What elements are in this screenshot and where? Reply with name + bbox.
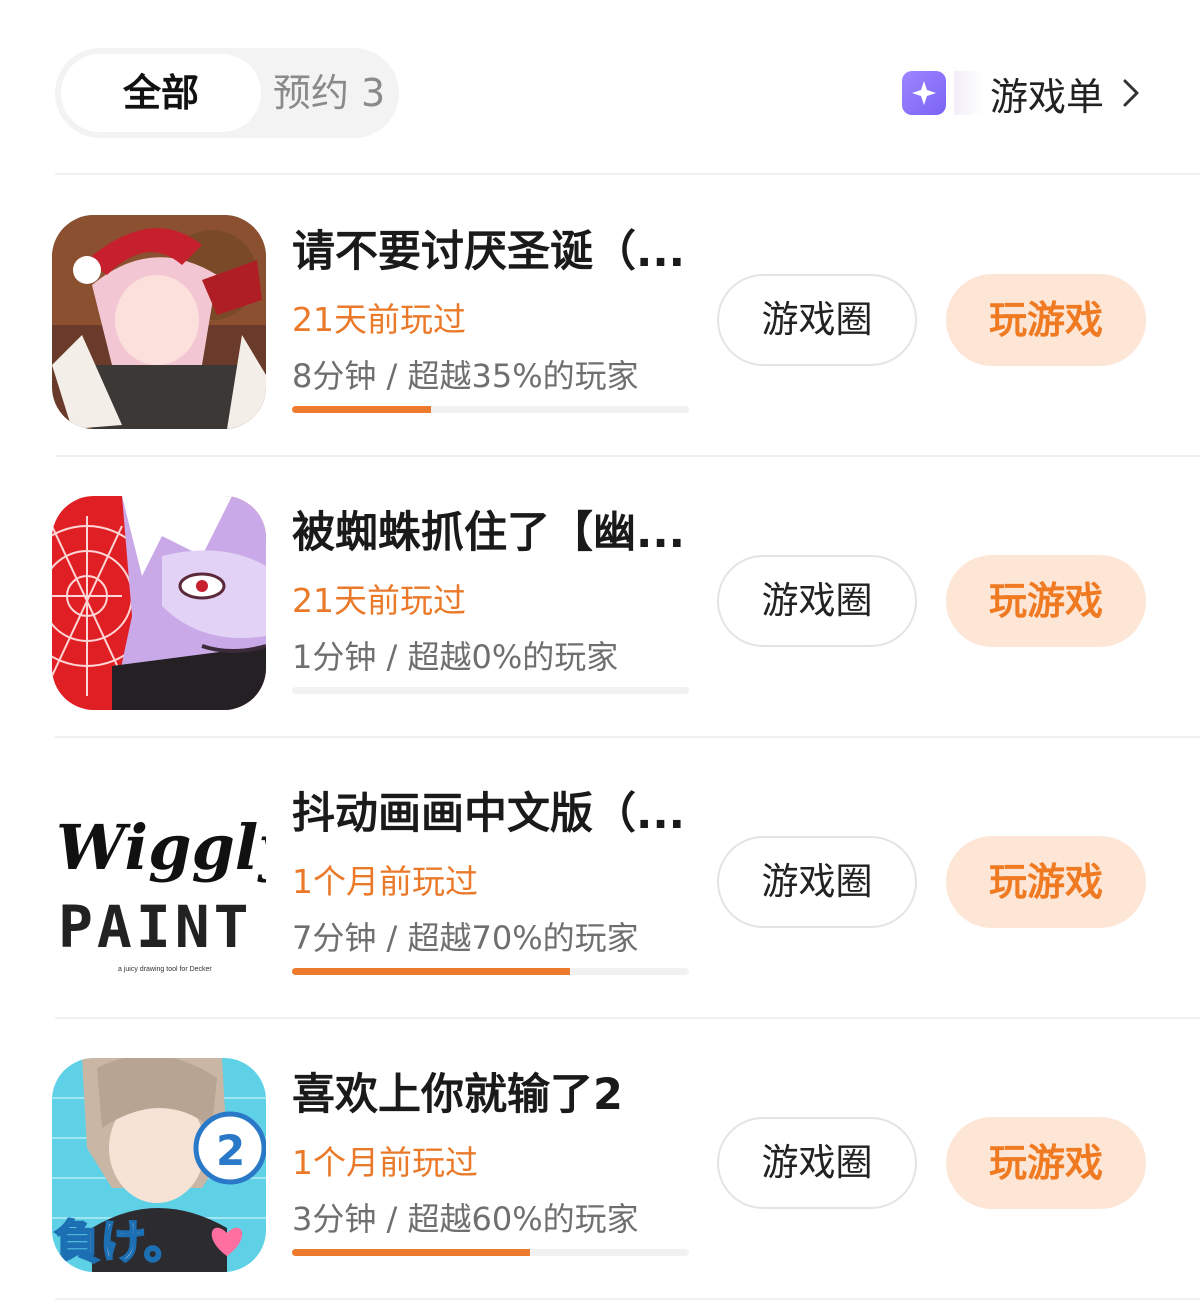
game-title[interactable]: 被蜘蛛抓住了【幽... [292, 498, 685, 560]
makeru-logo-text: 負け。 [54, 1215, 190, 1269]
play-stats: 7分钟 / 超越70%的玩家 [292, 919, 639, 957]
play-game-button[interactable]: 玩游戏 [946, 274, 1146, 366]
play-game-button[interactable]: 玩游戏 [946, 836, 1146, 928]
paint-logo-text: PAINT [58, 893, 253, 961]
played-time: 1个月前玩过 [292, 1143, 478, 1182]
divider [55, 1298, 1200, 1300]
played-time: 1个月前玩过 [292, 862, 478, 901]
gamelist-link[interactable]: 游戏单 [901, 62, 1140, 124]
progress-fill [292, 406, 431, 413]
game-circle-button[interactable]: 游戏圈 [717, 836, 917, 928]
game-circle-button[interactable]: 游戏圈 [717, 555, 917, 647]
game-title[interactable]: 请不要讨厌圣诞（... [292, 217, 685, 279]
sparkle-icon [901, 71, 946, 115]
progress-fill [292, 968, 570, 975]
top-bar: 预约 3 全部 游戏单 [0, 0, 1200, 175]
tab-reserved[interactable]: 预约 3 [261, 48, 397, 138]
wiggly-tagline: a juicy drawing tool for Decker [118, 966, 212, 973]
play-stats: 3分钟 / 超越60%的玩家 [292, 1200, 639, 1238]
santa-anime-icon [52, 215, 266, 429]
anime-boy-icon: 2 負け。 [52, 1058, 266, 1272]
chevron-right-icon [1123, 79, 1139, 107]
game-row[interactable]: 被蜘蛛抓住了【幽... 21天前玩过 1分钟 / 超越0%的玩家 游戏圈 玩游戏 [0, 456, 1200, 738]
progress-bar [292, 406, 689, 413]
game-circle-button[interactable]: 游戏圈 [717, 274, 917, 366]
play-game-button[interactable]: 玩游戏 [946, 555, 1146, 647]
play-stats: 1分钟 / 超越0%的玩家 [292, 638, 619, 676]
game-title[interactable]: 抖动画画中文版（... [292, 779, 685, 841]
game-title[interactable]: 喜欢上你就输了2 [292, 1060, 623, 1122]
game-circle-button[interactable]: 游戏圈 [717, 1117, 917, 1209]
gamelist-label: 游戏单 [989, 74, 1104, 119]
wiggly-logo-text: Wiggly [56, 811, 266, 884]
progress-bar [292, 687, 689, 694]
game-row[interactable]: 请不要讨厌圣诞（... 21天前玩过 8分钟 / 超越35%的玩家 游戏圈 玩游… [0, 175, 1200, 457]
icon-shadow [953, 71, 984, 115]
wiggly-paint-icon: Wiggly PAINT a juicy drawing tool for De… [52, 777, 266, 991]
progress-bar [292, 1249, 689, 1256]
progress-bar [292, 968, 689, 975]
play-stats: 8分钟 / 超越35%的玩家 [292, 357, 639, 395]
played-time: 21天前玩过 [292, 300, 466, 339]
tab-all[interactable]: 全部 [61, 54, 261, 132]
tab-switcher: 预约 3 全部 [55, 48, 399, 138]
play-game-button[interactable]: 玩游戏 [946, 1117, 1146, 1209]
progress-fill [292, 1249, 531, 1256]
game-row[interactable]: Wiggly PAINT a juicy drawing tool for De… [0, 737, 1200, 1019]
sequel-number: 2 [216, 1126, 245, 1175]
played-time: 21天前玩过 [292, 581, 466, 620]
game-row[interactable]: 2 負け。 喜欢上你就输了2 1个月前玩过 3分钟 / 超越60%的玩家 游戏圈… [0, 1018, 1200, 1300]
spider-anime-icon [52, 496, 266, 710]
